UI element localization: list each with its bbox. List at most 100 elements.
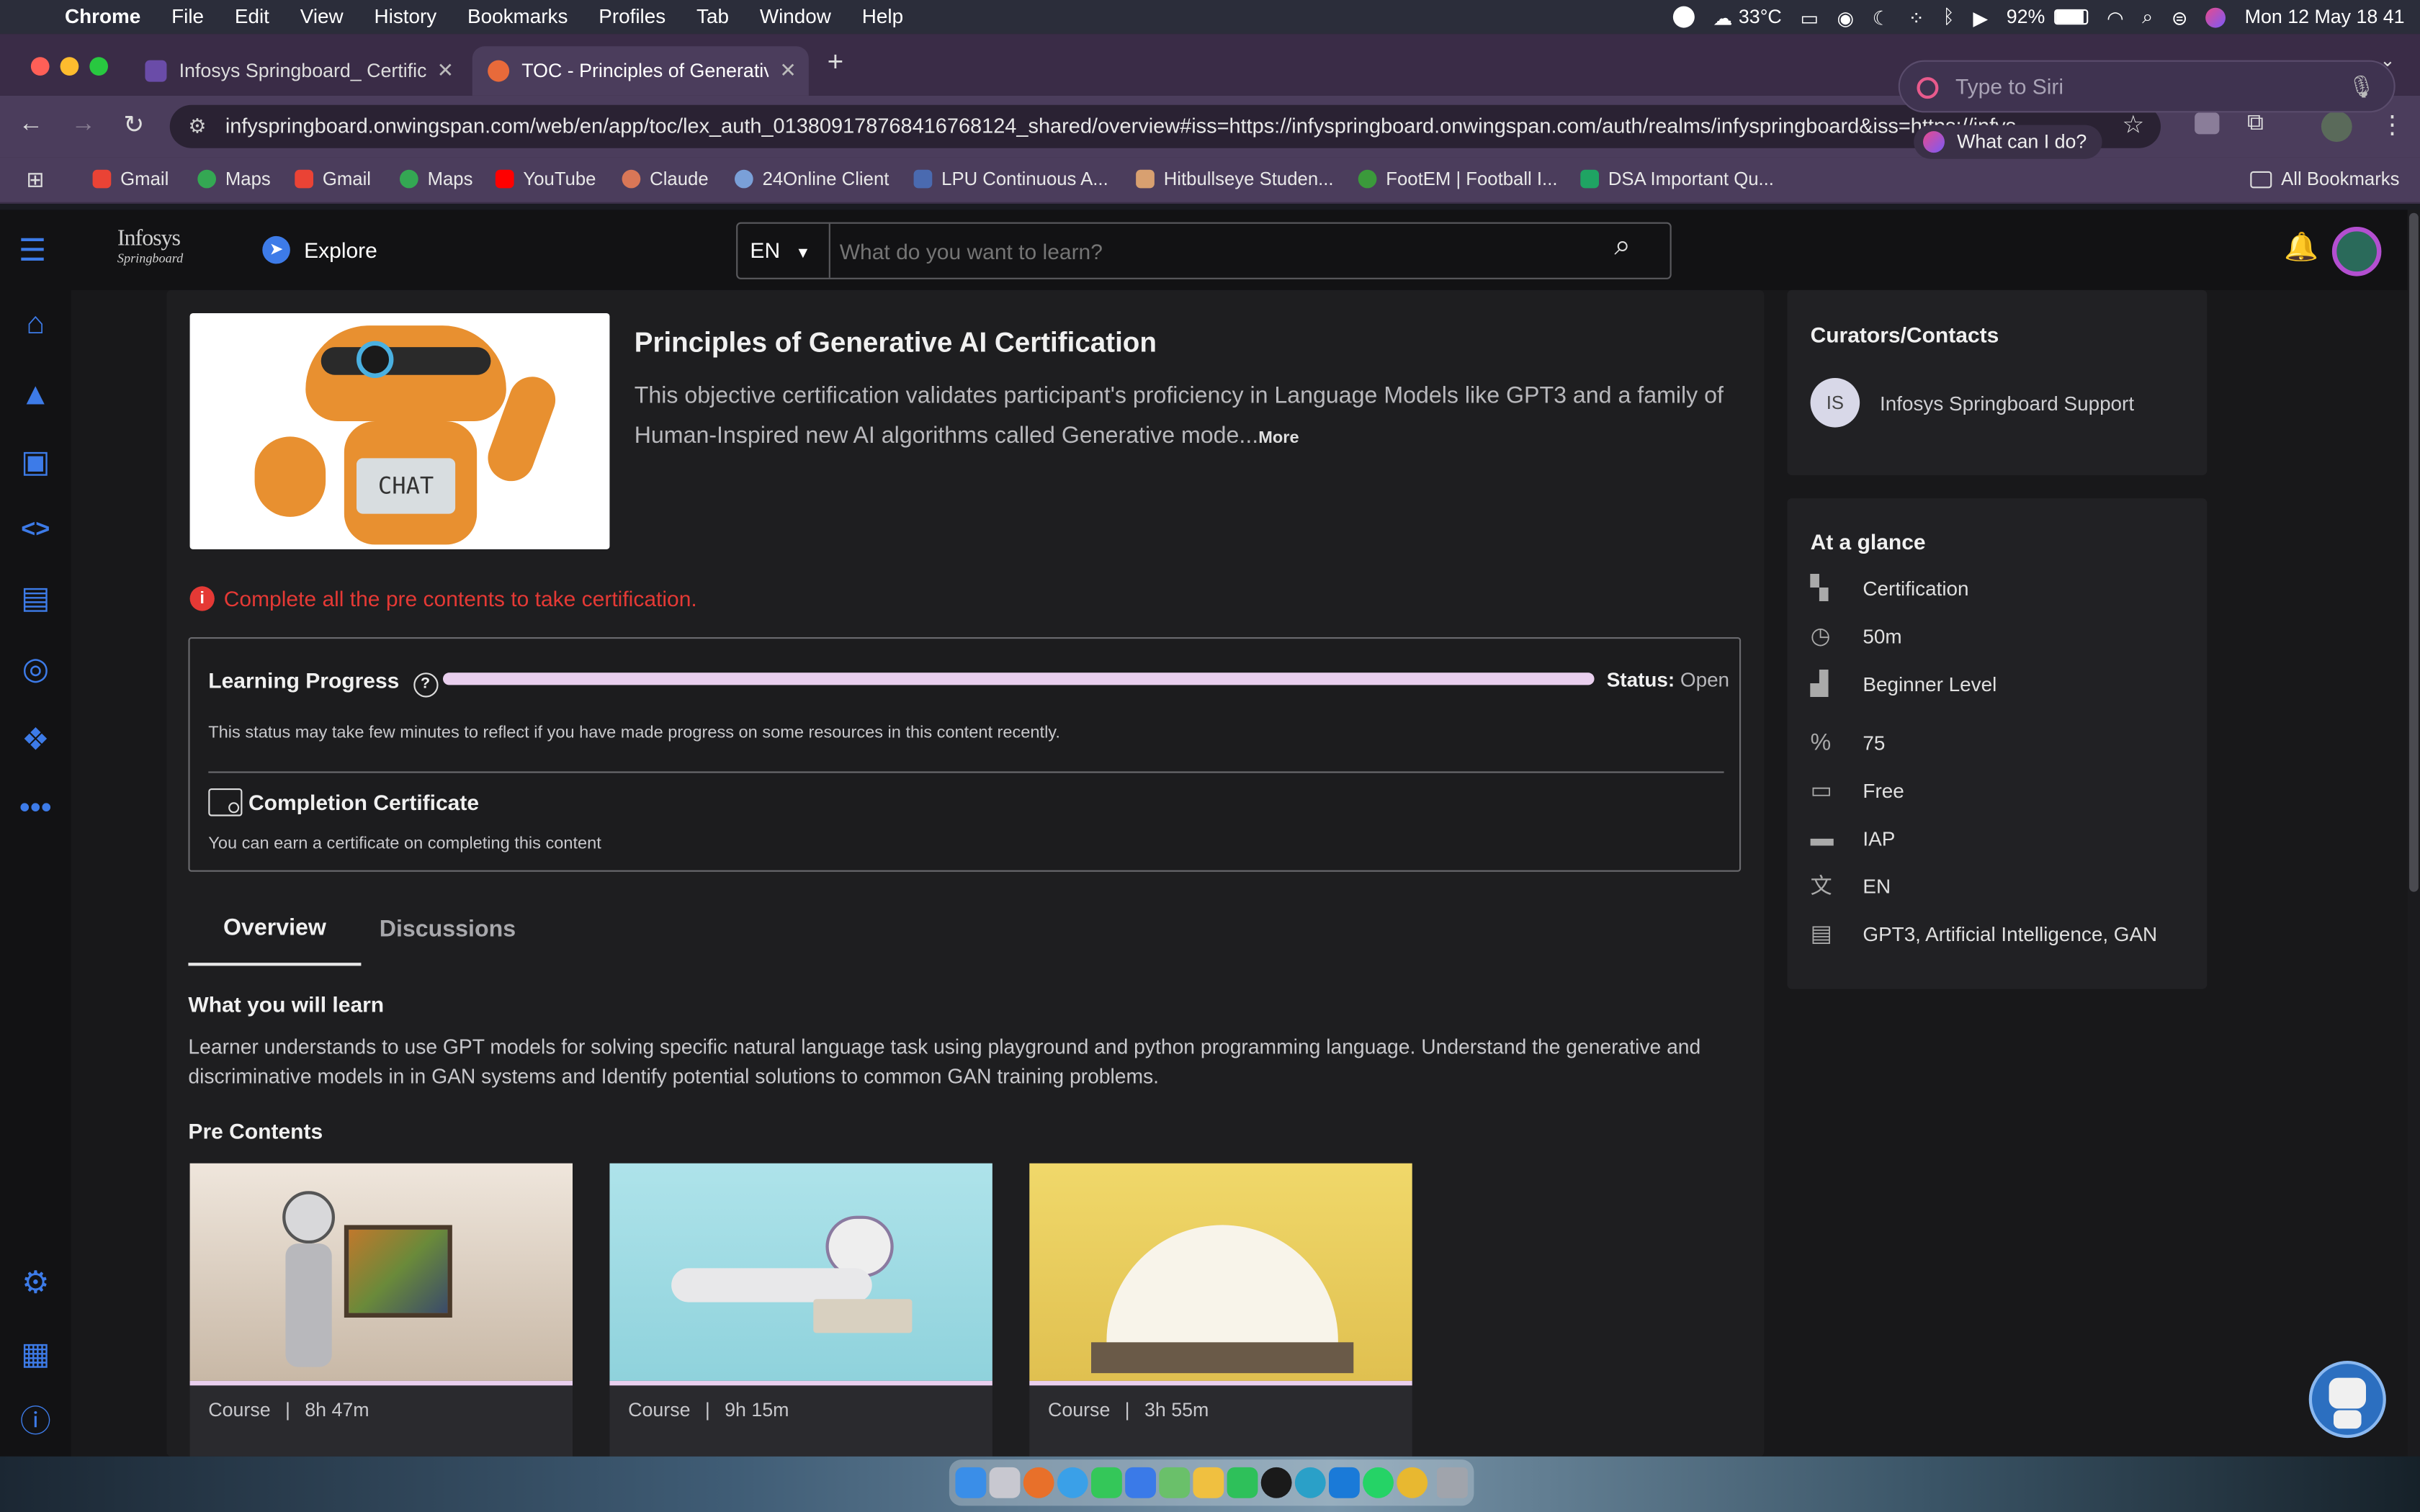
user-avatar[interactable] — [2331, 227, 2382, 276]
profile-avatar[interactable] — [2321, 111, 2352, 143]
more-dots-icon[interactable]: ••• — [17, 790, 54, 827]
explore-button[interactable]: ➤ Explore — [262, 235, 377, 264]
menu-window[interactable]: Window — [760, 0, 831, 34]
window-zoom-button[interactable] — [89, 57, 108, 76]
bookmark-24online[interactable]: 24Online Client — [734, 158, 889, 201]
menu-tab[interactable]: Tab — [696, 0, 729, 34]
reload-icon[interactable]: ↻ — [123, 109, 144, 140]
pre-content-card-1[interactable]: Course | 8h 47m — [189, 1163, 573, 1457]
community-icon[interactable]: ❖ — [17, 722, 54, 759]
siri-suggestion-chip[interactable]: What can I do? — [1914, 125, 2102, 159]
page-scrollbar[interactable] — [2407, 210, 2420, 1457]
bookmark-maps[interactable]: Maps — [197, 158, 271, 201]
menu-profiles[interactable]: Profiles — [599, 0, 666, 34]
firefox-icon[interactable] — [1023, 1467, 1054, 1498]
chat-icon[interactable]: ▤ — [17, 580, 54, 617]
play-icon[interactable]: ▶ — [1973, 6, 1988, 29]
tab-overview[interactable]: Overview — [188, 898, 362, 966]
bookmark-gmail[interactable]: Gmail — [92, 158, 169, 201]
bluetooth-icon[interactable]: ᛒ — [1943, 6, 1955, 28]
messages-icon[interactable] — [1091, 1467, 1122, 1498]
bookmark-youtube[interactable]: YouTube — [495, 158, 596, 201]
infosys-springboard-logo[interactable]: Infosys Springboard — [117, 228, 194, 264]
bookmark-maps-2[interactable]: Maps — [400, 158, 472, 201]
apps-grid-icon[interactable]: ⊞ — [26, 166, 44, 192]
more-link[interactable]: More — [1258, 429, 1299, 448]
pre-content-card-3[interactable]: Course | 3h 55m — [1029, 1163, 1412, 1457]
battery-percent[interactable]: 92% — [2007, 6, 2045, 28]
tab-close-icon[interactable]: ✕ — [437, 58, 454, 83]
control-center-icon[interactable]: ⊜ — [2172, 6, 2187, 29]
notification-bell-icon[interactable]: 🔔 — [2284, 231, 2318, 264]
weather-temp[interactable]: 33°C — [1739, 6, 1782, 28]
help-icon[interactable]: ⓘ — [17, 1404, 54, 1441]
all-bookmarks[interactable]: All Bookmarks — [2250, 158, 2399, 201]
focus-moon-icon[interactable]: ☾ — [1873, 6, 1890, 29]
language-select[interactable]: EN ▼ — [738, 223, 830, 278]
extension-icon[interactable] — [2195, 112, 2220, 135]
menubar-clock[interactable]: Mon 12 May 18 41 — [2245, 6, 2405, 28]
target-icon[interactable]: ◎ — [17, 651, 54, 688]
chatbot-button[interactable] — [2308, 1361, 2386, 1439]
bookmark-star-icon[interactable]: ☆ — [2122, 109, 2144, 140]
wifi-icon[interactable]: ◠ — [2107, 6, 2123, 29]
spotlight-search-icon[interactable]: ⌕ — [2142, 6, 2153, 29]
whatsapp-icon[interactable] — [1363, 1467, 1394, 1498]
dots-icon[interactable]: ⁘ — [1908, 6, 1924, 29]
window-minimize-button[interactable] — [60, 57, 79, 76]
vscode-icon[interactable] — [1329, 1467, 1360, 1498]
mail-icon[interactable] — [1125, 1467, 1156, 1498]
menubar-app-name[interactable]: Chrome — [65, 0, 140, 34]
browser-tab-2-active[interactable]: TOC - Principles of Generativ ✕ — [472, 46, 809, 96]
forward-arrow-icon[interactable]: → — [71, 111, 96, 139]
siri-input[interactable]: Type to Siri 🎙 — [1898, 60, 2396, 113]
tab-discussions[interactable]: Discussions — [367, 898, 528, 966]
weather-icon[interactable]: ☁ — [1713, 6, 1733, 29]
maps-icon[interactable] — [1159, 1467, 1191, 1498]
menu-edit[interactable]: Edit — [235, 0, 269, 34]
facetime-icon[interactable] — [1227, 1467, 1258, 1498]
battery-icon[interactable] — [2054, 9, 2089, 25]
site-info-icon[interactable]: ⚙ — [188, 105, 206, 148]
settings-gear-icon[interactable]: ⚙ — [17, 1265, 54, 1302]
back-arrow-icon[interactable]: ← — [19, 111, 43, 139]
launchpad-icon[interactable] — [989, 1467, 1021, 1498]
menu-view[interactable]: View — [300, 0, 344, 34]
menu-file[interactable]: File — [171, 0, 204, 34]
browser-tab-1[interactable]: Infosys Springboard_ Certific ✕ — [130, 46, 466, 96]
chatgpt-icon[interactable] — [1260, 1467, 1292, 1498]
shazam-icon[interactable]: ◉ — [1837, 6, 1854, 29]
edge-icon[interactable] — [1294, 1467, 1326, 1498]
tab-close-icon[interactable]: ✕ — [779, 58, 796, 83]
display-icon[interactable]: ▭ — [1800, 6, 1818, 29]
badge-icon[interactable]: ▣ — [17, 444, 54, 481]
extensions-puzzle-icon[interactable]: ⧉ — [2247, 109, 2264, 135]
bookmark-footem[interactable]: FootEM | Football I... — [1358, 158, 1558, 201]
search-input[interactable] — [839, 231, 1581, 270]
menu-bookmarks[interactable]: Bookmarks — [467, 0, 568, 34]
apps-grid-icon[interactable]: ▦ — [17, 1336, 54, 1373]
bookmark-claude[interactable]: Claude — [622, 158, 709, 201]
search-icon[interactable]: ⌕ — [1614, 230, 1631, 264]
microphone-icon[interactable]: 🎙 — [2348, 62, 2375, 112]
bookmark-lpu[interactable]: LPU Continuous A... — [913, 158, 1108, 201]
chrome-icon[interactable] — [1397, 1467, 1428, 1498]
bookmark-hitbullseye[interactable]: Hitbullseye Studen... — [1136, 158, 1334, 201]
bookmark-dsa[interactable]: DSA Important Qu... — [1580, 158, 1774, 201]
pre-content-card-2[interactable]: Course | 9h 15m — [609, 1163, 992, 1457]
home-icon[interactable]: ⌂ — [17, 305, 54, 342]
safari-icon[interactable] — [1057, 1467, 1088, 1498]
grammarly-icon[interactable] — [1672, 6, 1695, 28]
photos-icon[interactable] — [1193, 1467, 1224, 1498]
menu-history[interactable]: History — [375, 0, 437, 34]
new-tab-button[interactable]: + — [828, 46, 844, 78]
chrome-menu-icon[interactable]: ⋮ — [2380, 109, 2404, 140]
navigate-arrow-icon[interactable]: ▲ — [17, 377, 54, 413]
help-circle-icon[interactable]: ? — [413, 672, 438, 698]
window-close-button[interactable] — [30, 57, 50, 76]
scrollbar-thumb[interactable] — [2409, 212, 2419, 892]
trash-icon[interactable] — [1436, 1467, 1468, 1498]
code-icon[interactable]: <> — [17, 512, 54, 549]
menu-help[interactable]: Help — [862, 0, 903, 34]
bookmark-gmail-2[interactable]: Gmail — [295, 158, 371, 201]
